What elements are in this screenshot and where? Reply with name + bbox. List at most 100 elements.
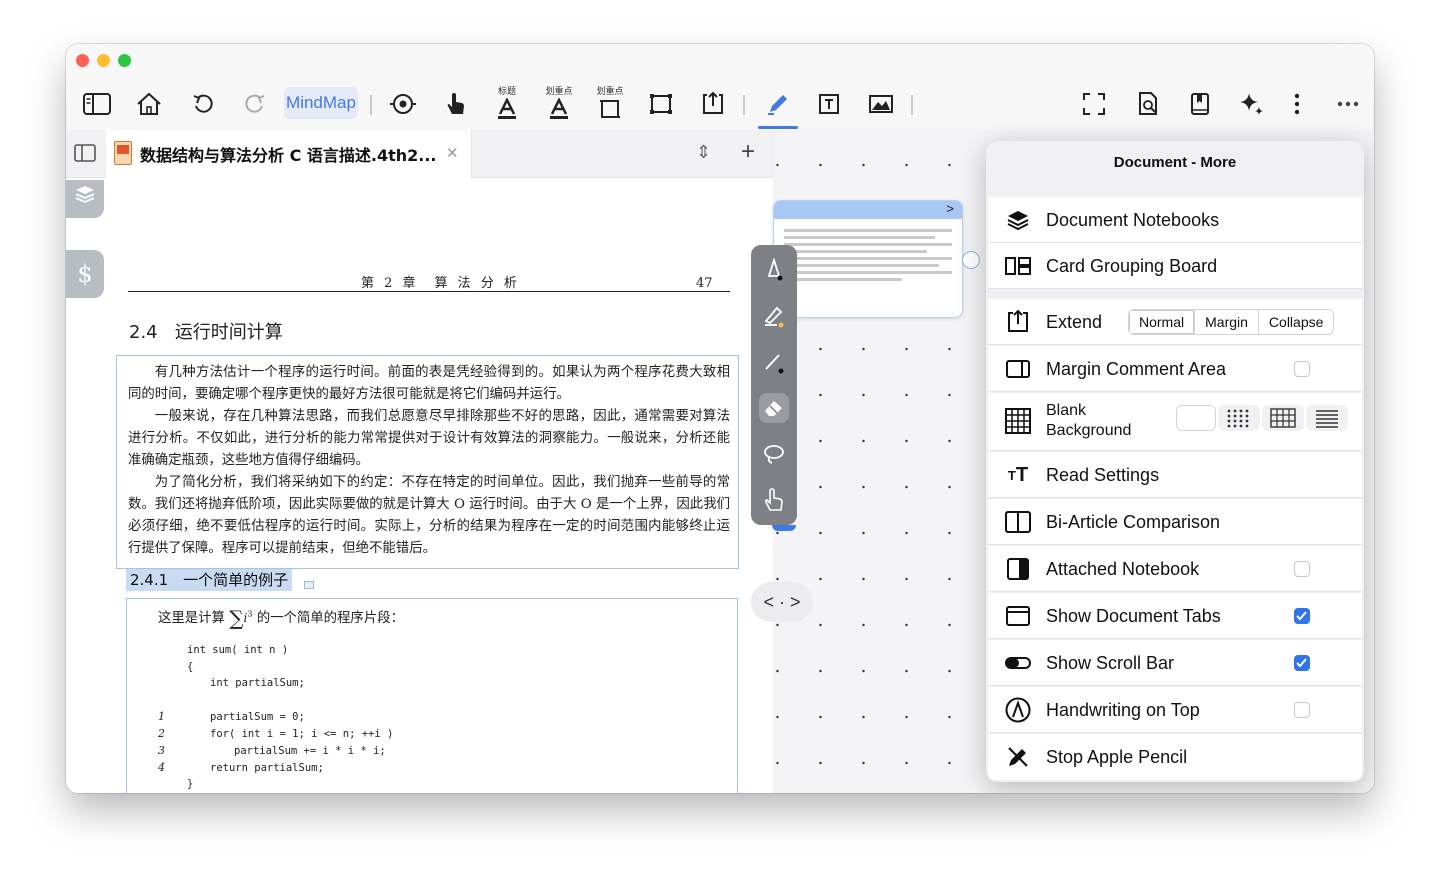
sidebar-toggle-icon[interactable] <box>82 86 112 122</box>
zoom-window-button[interactable] <box>118 54 131 67</box>
pen-icon[interactable] <box>763 86 793 122</box>
extend-segmented-control: Normal Margin Collapse <box>1128 309 1335 335</box>
line-number: 1 <box>158 710 165 723</box>
highlight-tool[interactable]: 划重点 <box>545 86 573 122</box>
more-vertical-icon[interactable] <box>1284 86 1310 122</box>
eraser-tool[interactable] <box>759 393 789 423</box>
menu-item-show-scroll-bar[interactable]: Show Scroll Bar <box>988 640 1362 686</box>
hand-pointer-icon[interactable] <box>443 86 469 122</box>
area-highlight-tool[interactable]: 划重点 <box>596 86 624 122</box>
background-option-dots[interactable] <box>1218 405 1260 431</box>
add-tab-icon[interactable]: + <box>741 138 755 166</box>
code-line: int partialSum; <box>210 677 305 689</box>
background-option-blank[interactable] <box>1176 405 1216 431</box>
home-icon[interactable] <box>134 86 164 122</box>
code-line: { <box>187 661 194 673</box>
pencil-tool[interactable] <box>759 347 789 377</box>
layers-button[interactable] <box>66 180 104 218</box>
handwriting-on-top-checkbox[interactable] <box>1294 702 1310 718</box>
more-horizontal-icon[interactable] <box>1334 86 1362 122</box>
dollar-button[interactable]: $ <box>66 250 104 298</box>
menu-item-margin-comment-area[interactable]: Margin Comment Area <box>988 346 1362 392</box>
note-anchor-icon[interactable] <box>304 581 314 589</box>
menu-item-bi-article-comparison[interactable]: Bi-Article Comparison <box>988 499 1362 545</box>
pen-palette <box>751 245 797 525</box>
grouping-board-icon <box>1004 254 1032 278</box>
close-tab-icon[interactable]: ✕ <box>446 144 459 162</box>
minimize-window-button[interactable] <box>97 54 110 67</box>
attached-notebook-checkbox[interactable] <box>1294 561 1310 577</box>
view-mode-icon[interactable] <box>388 86 418 122</box>
menu-item-show-document-tabs[interactable]: Show Document Tabs <box>988 593 1362 639</box>
heading-highlight-tool[interactable]: 标题 <box>494 86 520 122</box>
menu-item-document-notebooks[interactable]: Document Notebooks <box>988 197 1362 243</box>
document-tab[interactable]: 数据结构与算法分析 C 语言描述.4th2... ✕ <box>106 130 472 178</box>
background-option-lines[interactable] <box>1306 405 1348 431</box>
highlighter-tool[interactable] <box>759 301 789 331</box>
document-tab-bar: 数据结构与算法分析 C 语言描述.4th2... ✕ ⇕ + <box>66 130 773 178</box>
menu-item-attached-notebook[interactable]: Attached Notebook <box>988 546 1362 592</box>
margin-comment-checkbox[interactable] <box>1294 361 1310 377</box>
section-title: 运行时间计算 <box>174 322 283 343</box>
fullscreen-icon[interactable] <box>1080 86 1108 122</box>
document-search-icon[interactable] <box>1134 86 1162 122</box>
menu-item-read-settings[interactable]: TT Read Settings <box>988 452 1362 498</box>
close-window-button[interactable] <box>76 54 89 67</box>
background-option-grid[interactable] <box>1262 405 1304 431</box>
document-more-popover: Document - More Document Notebooks Card … <box>986 141 1364 782</box>
show-document-tabs-checkbox[interactable] <box>1294 608 1310 624</box>
mindmap-button[interactable]: MindMap <box>284 87 358 119</box>
text-size-icon: TT <box>1007 463 1029 486</box>
redo-icon[interactable] <box>242 86 268 122</box>
card-expand-icon[interactable]: > <box>946 201 954 216</box>
page-number: 47 <box>696 276 713 291</box>
code-line: partialSum = 0; <box>210 711 305 723</box>
extend-option-margin[interactable]: Margin <box>1195 310 1259 334</box>
menu-item-stop-apple-pencil[interactable]: Stop Apple Pencil <box>988 734 1362 780</box>
subsection-heading[interactable]: 2.4.1 一个简单的例子 <box>126 569 293 591</box>
menu-item-extend: Extend Normal Margin Collapse <box>988 299 1362 345</box>
label-line: Background <box>1046 422 1132 439</box>
toolbar-divider <box>370 95 372 115</box>
card-header: > <box>774 201 962 219</box>
pdf-page: $ 第 2 章 算 法 分 析 47 2.4 运行时间计算 有几种方法估计一个程… <box>66 180 773 793</box>
split-resize-handle[interactable]: < · > <box>751 582 813 622</box>
menu-item-handwriting-on-top[interactable]: Handwriting on Top <box>988 687 1362 733</box>
menu-item-label: Blank Background <box>1046 401 1131 441</box>
section-heading: 2.4 运行时间计算 <box>129 318 283 344</box>
document-pane: 数据结构与算法分析 C 语言描述.4th2... ✕ ⇕ + $ 第 2 章 算… <box>66 130 773 793</box>
menu-item-label: Attached Notebook <box>1046 559 1200 579</box>
menu-item-label: Stop Apple Pencil <box>1046 747 1188 767</box>
text-box-icon[interactable] <box>816 86 842 122</box>
expand-card-icon[interactable] <box>698 86 728 122</box>
extend-option-normal[interactable]: Normal <box>1129 310 1196 334</box>
card-text-preview <box>774 219 962 291</box>
intro-text: 的一个简单的程序片段： <box>256 611 404 626</box>
lasso-tool[interactable] <box>759 439 789 469</box>
ai-sparkle-icon[interactable] <box>1236 86 1266 122</box>
undo-icon[interactable] <box>190 86 216 122</box>
excerpt-card[interactable]: > <box>773 200 963 318</box>
bookmark-book-icon[interactable] <box>1186 86 1214 122</box>
sort-tabs-icon[interactable]: ⇕ <box>696 142 711 163</box>
dollar-icon: $ <box>77 260 93 288</box>
fountain-pen-tool[interactable] <box>759 255 789 285</box>
sigma-symbol: ∑ <box>229 606 244 630</box>
extend-option-collapse[interactable]: Collapse <box>1259 310 1333 334</box>
card-link-handle[interactable] <box>962 251 980 269</box>
hand-tool[interactable] <box>759 485 789 515</box>
code-line: for( int i = 1; i <= n; ++i ) <box>210 728 394 740</box>
split-view-icon[interactable] <box>74 144 96 167</box>
window-tabs-icon <box>1004 604 1032 628</box>
show-scroll-bar-checkbox[interactable] <box>1294 655 1310 671</box>
pen-palette-color-indicator <box>772 525 796 531</box>
crop-frame-icon[interactable] <box>648 86 674 122</box>
menu-item-label: Extend <box>1046 312 1103 332</box>
scroll-bar-icon <box>1004 651 1032 675</box>
code-line: int sum( int n ) <box>187 644 289 656</box>
image-icon[interactable] <box>866 86 896 122</box>
menu-item-card-grouping-board[interactable]: Card Grouping Board <box>988 243 1362 289</box>
menu-item-label: Show Scroll Bar <box>1046 653 1175 673</box>
margin-panel-icon <box>1004 357 1032 381</box>
pen-circle-icon <box>1004 697 1032 723</box>
